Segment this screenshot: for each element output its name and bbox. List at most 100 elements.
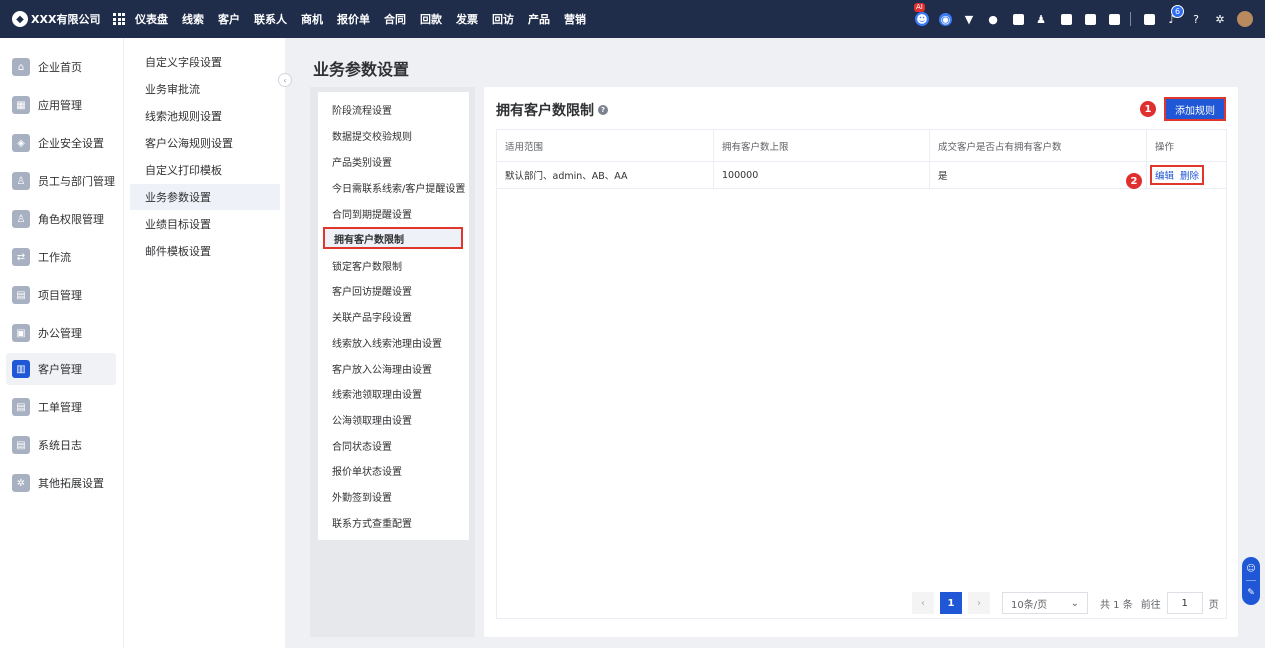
phone-icon[interactable]	[1085, 13, 1096, 25]
ticket-icon: ▤	[12, 398, 30, 416]
submenu-item-lead-pool-rules[interactable]: 线索池规则设置	[130, 103, 280, 129]
sidebar-item-office[interactable]: ▣ 办公管理	[6, 317, 116, 349]
submenu-item-public-pool-rules[interactable]: 客户公海规则设置	[130, 130, 280, 156]
sidebar-item-label: 角色权限管理	[38, 213, 104, 226]
goto-page-input[interactable]	[1166, 592, 1203, 614]
ai-badge: AI	[914, 3, 925, 12]
submenu-item-performance-goals[interactable]: 业绩目标设置	[130, 211, 280, 237]
submenu-item-custom-fields[interactable]: 自定义字段设置	[130, 49, 280, 75]
page-title: 业务参数设置	[313, 60, 410, 79]
step-marker-2: 2	[1126, 173, 1142, 189]
category-item[interactable]: 联系方式查重配置	[318, 511, 469, 533]
category-item[interactable]: 报价单状态设置	[318, 459, 469, 481]
sidebar-item-workflow[interactable]: ⇄ 工作流	[6, 241, 116, 273]
delete-link[interactable]: 删除	[1180, 168, 1199, 182]
nav-invoices[interactable]: 发票	[456, 11, 478, 27]
submenu-item-business-params[interactable]: 业务参数设置	[130, 184, 280, 210]
sidebar-item-label: 客户管理	[38, 363, 82, 376]
sidebar-item-label: 其他拓展设置	[38, 477, 104, 490]
globe-icon[interactable]: ●	[986, 12, 1000, 26]
user-role-icon: ♙	[12, 210, 30, 228]
sidebar-item-home[interactable]: ⌂ 企业首页	[6, 51, 116, 83]
mail-icon[interactable]	[1013, 13, 1024, 25]
category-item-active[interactable]: 拥有客户数限制	[323, 227, 463, 249]
category-item[interactable]: 数据提交校验规则	[318, 124, 469, 146]
category-item[interactable]: 合同状态设置	[318, 434, 469, 456]
chat-icon[interactable]: ◉	[939, 12, 952, 26]
company-name: XXX有限公司	[31, 13, 101, 26]
category-item[interactable]: 锁定客户数限制	[318, 254, 469, 276]
page-number-current[interactable]: 1	[940, 592, 962, 614]
report-icon[interactable]	[1144, 13, 1155, 25]
cell-scope: 默认部门、admin、AB、AA	[497, 162, 714, 188]
category-item[interactable]: 客户放入公海理由设置	[318, 357, 469, 379]
customer-service-icon[interactable]: ☺	[1246, 564, 1255, 574]
sidebar-item-staff[interactable]: ♙ 员工与部门管理	[6, 165, 116, 197]
calendar-icon[interactable]	[1109, 13, 1120, 25]
floating-toolbar[interactable]: ☺ ✎	[1242, 557, 1260, 605]
category-item[interactable]: 阶段流程设置	[318, 98, 469, 120]
nav-dashboard[interactable]: 仪表盘	[135, 11, 168, 27]
help-icon[interactable]: ?	[598, 105, 608, 115]
category-item[interactable]: 合同到期提醒设置	[318, 202, 469, 224]
ai-robot-icon[interactable]: ☻ AI	[914, 3, 929, 26]
nav-payments[interactable]: 回款	[420, 11, 442, 27]
prev-page-button[interactable]: ‹	[912, 592, 934, 614]
table-row: 默认部门、admin、AB、AA 100000 是 编辑 删除	[497, 162, 1226, 189]
document-icon[interactable]	[1061, 13, 1072, 25]
brand[interactable]: ◆ XXX有限公司	[0, 11, 105, 27]
feedback-icon[interactable]: ✎	[1247, 588, 1255, 598]
sidebar-item-extensions[interactable]: ✲ 其他拓展设置	[6, 467, 116, 499]
sidebar-item-roles[interactable]: ♙ 角色权限管理	[6, 203, 116, 235]
nav-products[interactable]: 产品	[528, 11, 550, 27]
cell-actions: 编辑 删除	[1147, 162, 1226, 188]
customer-icon: ▥	[12, 360, 30, 378]
cell-deal-counted: 是	[930, 162, 1147, 188]
collapse-menu-button[interactable]: ‹	[278, 73, 292, 87]
category-item[interactable]: 外勤签到设置	[318, 485, 469, 507]
app-grid-icon[interactable]	[113, 13, 125, 25]
edit-link[interactable]: 编辑	[1155, 168, 1174, 182]
cell-limit: 100000	[714, 162, 930, 188]
avatar[interactable]	[1237, 11, 1253, 27]
category-item[interactable]: 线索池领取理由设置	[318, 382, 469, 404]
pagination: ‹ 1 › 10条/页 ⌄ 共 1 条 前往 页	[912, 592, 1219, 614]
sidebar-item-logs[interactable]: ▤ 系统日志	[6, 429, 116, 461]
category-item[interactable]: 公海领取理由设置	[318, 408, 469, 430]
next-page-button[interactable]: ›	[968, 592, 990, 614]
help-circle-icon[interactable]: ?	[1189, 12, 1203, 26]
category-item[interactable]: 今日需联系线索/客户提醒设置	[318, 176, 469, 198]
bell-icon[interactable]: ♪ 6	[1165, 5, 1184, 26]
sidebar-item-label: 员工与部门管理	[38, 175, 115, 188]
goto-label: 前往	[1140, 599, 1161, 611]
nav-contracts[interactable]: 合同	[384, 11, 406, 27]
sidebar-item-label: 工单管理	[38, 401, 82, 414]
sidebar-item-security[interactable]: ◈ 企业安全设置	[6, 127, 116, 159]
sidebar-item-apps[interactable]: ▦ 应用管理	[6, 89, 116, 121]
category-item[interactable]: 产品类别设置	[318, 150, 469, 172]
nav-marketing[interactable]: 营销	[564, 11, 586, 27]
nav-quotes[interactable]: 报价单	[337, 11, 370, 27]
page-unit-label: 页	[1208, 599, 1219, 611]
category-item[interactable]: 客户回访提醒设置	[318, 279, 469, 301]
nav-contacts[interactable]: 联系人	[254, 11, 287, 27]
category-item[interactable]: 线索放入线索池理由设置	[318, 331, 469, 353]
nav-leads[interactable]: 线索	[182, 11, 204, 27]
add-rule-button[interactable]: 添加规则	[1164, 97, 1226, 121]
message-icon[interactable]: ▼	[962, 12, 976, 26]
submenu-item-print-templates[interactable]: 自定义打印模板	[130, 157, 280, 183]
nav-opportunities[interactable]: 商机	[301, 11, 323, 27]
nav-revisits[interactable]: 回访	[492, 11, 514, 27]
gear-icon[interactable]: ✲	[1213, 12, 1227, 26]
nav-customers[interactable]: 客户	[218, 11, 240, 27]
sidebar-item-label: 系统日志	[38, 439, 82, 452]
sidebar-item-tickets[interactable]: ▤ 工单管理	[6, 391, 116, 423]
page-size-select[interactable]: 10条/页 ⌄	[1002, 592, 1088, 614]
sidebar-item-customers[interactable]: ▥ 客户管理	[6, 353, 116, 385]
sidebar-item-projects[interactable]: ▤ 项目管理	[6, 279, 116, 311]
contact-icon[interactable]: ♟	[1034, 12, 1048, 26]
category-item[interactable]: 关联产品字段设置	[318, 305, 469, 327]
submenu-item-approval-flow[interactable]: 业务审批流	[130, 76, 280, 102]
submenu-item-email-templates[interactable]: 邮件模板设置	[130, 238, 280, 264]
row-actions: 编辑 删除	[1150, 165, 1205, 185]
